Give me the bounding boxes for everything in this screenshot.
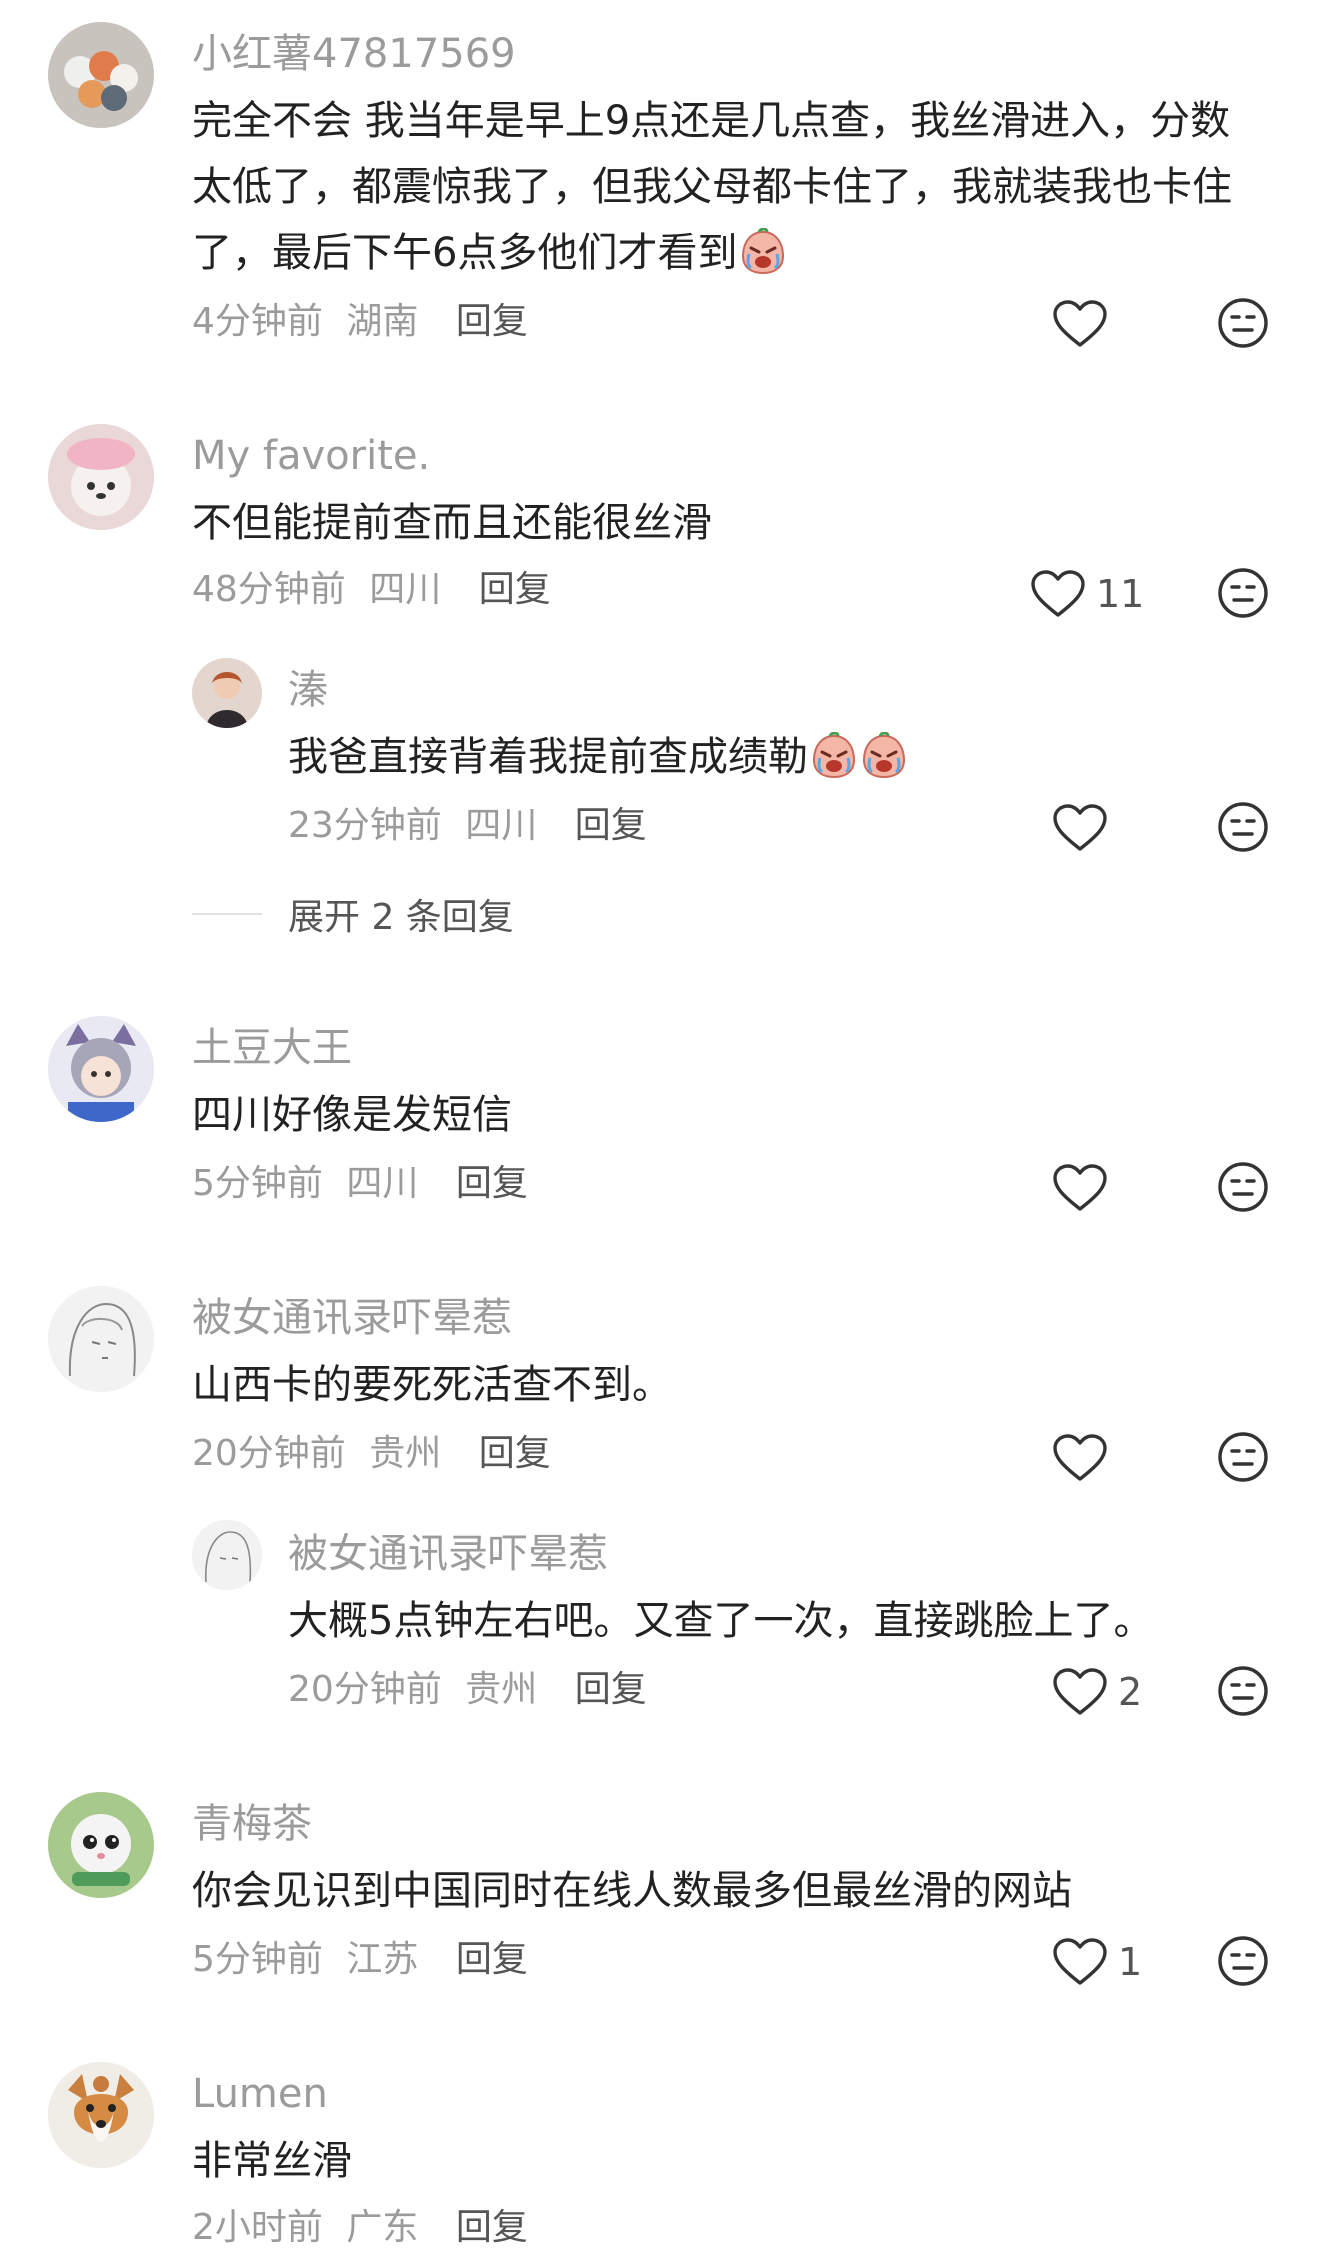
like-button[interactable]: 1 [1052,1934,1142,1990]
comment-meta: 20分钟前 贵州 回复 [192,1436,551,1472]
crying-face-emoji-icon [860,732,908,780]
comment-time: 23分钟前 [288,805,442,846]
neutral-face-icon [1216,566,1270,620]
comment-meta: 5分钟前 江苏 回复 [192,1942,528,1978]
comment-time: 4分钟前 [192,301,323,342]
comment-location: 四川 [465,805,538,846]
avatar[interactable] [48,1016,154,1122]
heart-icon [1052,1667,1108,1717]
reply-button[interactable]: 回复 [479,569,551,610]
comment-meta: 2小时前 广东 回复 [192,2210,528,2246]
dislike-button[interactable] [1216,1934,1270,1988]
comment-text-body: 完全不会 我当年是早上9点还是几点查，我丝滑进入，分数太低了，都震惊我了，但我父… [192,98,1232,276]
dislike-button[interactable] [1216,800,1270,854]
neutral-face-icon [1216,800,1270,854]
crying-face-emoji-icon [810,732,858,780]
like-button[interactable]: 2 [1052,1664,1142,1720]
comment-text: 不但能提前查而且还能很丝滑 [192,500,712,546]
comment-text: 非常丝滑 [192,2138,352,2184]
avatar[interactable] [48,22,154,128]
dislike-button[interactable] [1216,1160,1270,1214]
comment-text-body: 我爸直接背着我提前查成绩勒 [288,734,808,780]
like-count: 2 [1118,1670,1143,1714]
comment-text: 我爸直接背着我提前查成绩勒 [288,724,1248,790]
dislike-button[interactable] [1216,1430,1270,1484]
like-count: 11 [1096,572,1145,616]
comment-location: 四川 [369,569,442,610]
expand-replies-button[interactable]: 展开 2 条回复 [192,888,514,940]
heart-icon [1052,803,1108,853]
comment-time: 2小时前 [192,2207,323,2248]
username[interactable]: 青梅茶 [192,1804,312,1844]
dislike-button[interactable] [1216,566,1270,620]
heart-icon [1052,1937,1108,1987]
comment-location: 广东 [346,2207,419,2248]
neutral-face-icon [1216,1664,1270,1718]
like-count: 1 [1118,1940,1143,1984]
comment-time: 20分钟前 [192,1433,346,1474]
comment-text: 你会见识到中国同时在线人数最多但最丝滑的网站 [192,1868,1072,1914]
heart-icon [1052,299,1108,349]
comment-time: 48分钟前 [192,569,346,610]
avatar[interactable] [48,2062,154,2168]
avatar[interactable] [48,1792,154,1898]
like-button[interactable] [1052,800,1108,856]
reply-avatar[interactable] [192,1520,262,1590]
neutral-face-icon [1216,1934,1270,1988]
reply-button[interactable]: 回复 [456,301,528,342]
avatar[interactable] [48,424,154,530]
username[interactable]: 被女通讯录吓晕惹 [192,1298,512,1338]
comment-meta: 48分钟前 四川 回复 [192,572,551,608]
username[interactable]: My favorite. [192,436,430,476]
neutral-face-icon [1216,1430,1270,1484]
neutral-face-icon [1216,1160,1270,1214]
neutral-face-icon [1216,296,1270,350]
comment-meta: 23分钟前 四川 回复 [288,808,647,844]
like-button[interactable] [1052,296,1108,352]
reply-avatar[interactable] [192,658,262,728]
username[interactable]: 被女通讯录吓晕惹 [288,1534,608,1574]
comment-text: 山西卡的要死死活查不到。 [192,1362,672,1408]
like-button[interactable]: 11 [1030,566,1144,622]
comment-location: 江苏 [346,1939,419,1980]
comment-meta: 5分钟前 四川 回复 [192,1166,528,1202]
username[interactable]: 土豆大王 [192,1028,352,1068]
comment-text: 四川好像是发短信 [192,1092,512,1138]
reply-button[interactable]: 回复 [479,1433,551,1474]
like-button[interactable] [1052,1160,1108,1216]
avatar[interactable] [48,1286,154,1392]
comment-meta: 4分钟前 湖南 回复 [192,304,528,340]
reply-button[interactable]: 回复 [456,1939,528,1980]
expand-replies-label: 展开 2 条回复 [288,897,514,938]
comment-time: 5分钟前 [192,1163,323,1204]
comment-meta: 20分钟前 贵州 回复 [288,1672,647,1708]
heart-icon [1030,569,1086,619]
dislike-button[interactable] [1216,296,1270,350]
comment-text: 完全不会 我当年是早上9点还是几点查，我丝滑进入，分数太低了，都震惊我了，但我父… [192,88,1262,286]
comment-location: 贵州 [465,1669,538,1710]
reply-button[interactable]: 回复 [456,1163,528,1204]
like-button[interactable] [1052,1430,1108,1486]
reply-button[interactable]: 回复 [575,805,647,846]
comment-location: 贵州 [369,1433,442,1474]
comment-time: 5分钟前 [192,1939,323,1980]
heart-icon [1052,1433,1108,1483]
heart-icon [1052,1163,1108,1213]
comment-location: 四川 [346,1163,419,1204]
dislike-button[interactable] [1216,1664,1270,1718]
divider [192,913,262,915]
comment-time: 20分钟前 [288,1669,442,1710]
reply-button[interactable]: 回复 [456,2207,528,2248]
username[interactable]: 溱 [288,670,328,710]
comment-location: 湖南 [346,301,419,342]
reply-button[interactable]: 回复 [575,1669,647,1710]
comment-text: 大概5点钟左右吧。又查了一次，直接跳脸上了。 [288,1598,1154,1644]
username[interactable]: 小红薯47817569 [192,34,516,74]
username[interactable]: Lumen [192,2074,328,2114]
crying-face-emoji-icon [739,228,787,276]
